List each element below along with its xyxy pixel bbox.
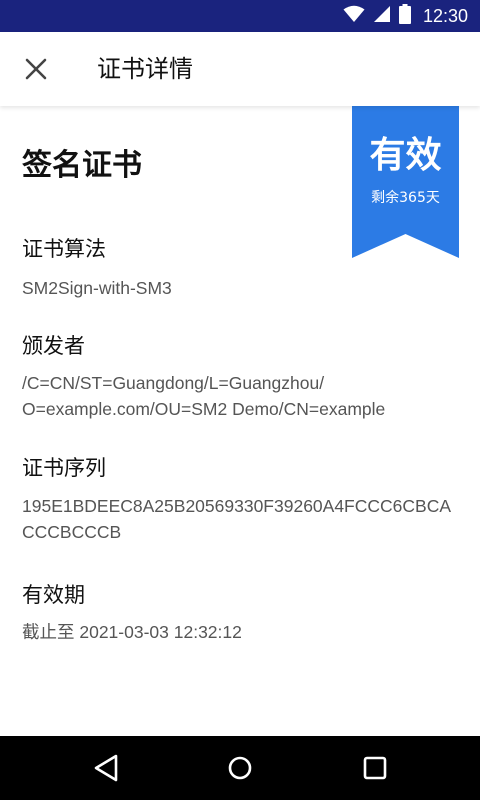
serial-label: 证书序列 xyxy=(22,456,106,480)
status-bar: 12:30 xyxy=(0,0,480,32)
home-button[interactable] xyxy=(220,748,260,788)
home-icon xyxy=(228,756,252,780)
badge-status: 有效 xyxy=(369,135,442,176)
back-button[interactable] xyxy=(86,748,126,788)
recents-button[interactable] xyxy=(355,748,395,788)
battery-icon xyxy=(398,4,411,28)
validity-value: 截止至 2021-03-03 12:32:12 xyxy=(22,622,242,642)
close-button[interactable] xyxy=(14,47,58,91)
badge-remaining-days: 剩余365天 xyxy=(371,190,440,206)
navigation-bar xyxy=(0,736,480,800)
validity-label: 有效期 xyxy=(22,583,85,607)
signal-icon xyxy=(373,5,391,27)
back-icon xyxy=(94,754,118,782)
validity-badge: 有效 剩余365天 xyxy=(352,106,459,258)
serial-value: 195E1BDEEC8A25B20569330F39260A4FCCC6CBCA… xyxy=(22,496,452,542)
page-title: 证书详情 xyxy=(97,55,193,83)
status-time: 12:30 xyxy=(422,5,468,26)
algorithm-value: SM2Sign-with-SM3 xyxy=(22,278,172,298)
issuer-label: 颁发者 xyxy=(22,334,85,358)
wifi-icon xyxy=(343,5,365,27)
status-icons: 12:30 xyxy=(343,0,468,32)
certificate-type-heading: 签名证书 xyxy=(22,148,142,183)
close-icon xyxy=(25,58,47,80)
algorithm-label: 证书算法 xyxy=(22,237,106,261)
ribbon-shape xyxy=(352,106,459,258)
issuer-value: /C=CN/ST=Guangdong/L=Guangzhou/ O=exampl… xyxy=(22,373,386,419)
app-bar: 证书详情 xyxy=(0,32,480,106)
recents-icon xyxy=(363,756,387,780)
